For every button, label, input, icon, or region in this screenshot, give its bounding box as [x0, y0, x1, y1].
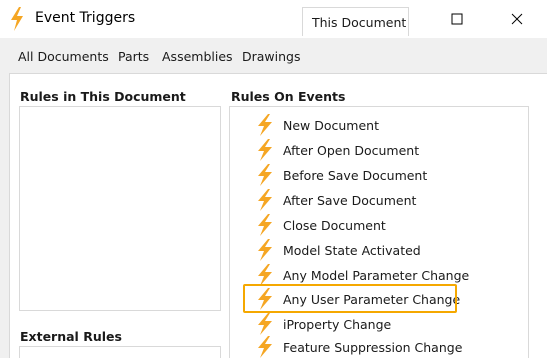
event-label: Feature Suppression Change — [283, 340, 463, 355]
lightning-bolt-icon — [258, 164, 272, 186]
rules-in-document-label: Rules in This Document — [20, 89, 186, 104]
highlight-frame — [243, 284, 457, 313]
event-item-close-document[interactable]: Close Document — [255, 214, 495, 238]
event-label: New Document — [283, 118, 379, 133]
event-item-after-save-document[interactable]: After Save Document — [255, 189, 495, 213]
event-label: After Save Document — [283, 193, 417, 208]
event-item-model-state-activated[interactable]: Model State Activated — [255, 239, 495, 263]
lightning-bolt-icon — [11, 7, 23, 31]
tab-parts[interactable]: Parts — [118, 49, 149, 73]
lightning-bolt-icon — [258, 214, 272, 236]
lightning-bolt-icon — [258, 189, 272, 211]
external-rules-list[interactable] — [19, 346, 221, 358]
lightning-bolt-icon — [258, 239, 272, 261]
lightning-bolt-icon — [258, 313, 272, 335]
event-label: Before Save Document — [283, 168, 428, 183]
close-icon — [511, 13, 523, 25]
lightning-bolt-icon — [258, 264, 272, 286]
tab-all-documents[interactable]: All Documents — [18, 49, 109, 73]
lightning-bolt-icon — [258, 139, 272, 161]
tab-drawings[interactable]: Drawings — [242, 49, 301, 73]
event-label: Model State Activated — [283, 243, 421, 258]
lightning-bolt-icon — [258, 114, 272, 136]
maximize-button[interactable] — [434, 0, 480, 38]
event-label: Any Model Parameter Change — [283, 268, 470, 283]
tab-strip: All Documents Parts Assemblies Drawings — [0, 38, 547, 74]
external-rules-label: External Rules — [20, 329, 122, 344]
title-bar: Event Triggers — [0, 0, 547, 38]
event-item-feature-suppression-change[interactable]: Feature Suppression Change — [255, 336, 495, 358]
rules-in-document-list[interactable] — [19, 106, 221, 311]
event-item-after-open-document[interactable]: After Open Document — [255, 139, 495, 163]
close-button[interactable] — [494, 0, 540, 38]
event-item-iproperty-change[interactable]: iProperty Change — [255, 313, 495, 337]
event-label: iProperty Change — [283, 317, 392, 332]
maximize-icon — [451, 13, 463, 25]
event-label: After Open Document — [283, 143, 420, 158]
event-item-new-document[interactable]: New Document — [255, 114, 495, 138]
tab-assemblies[interactable]: Assemblies — [162, 49, 233, 73]
rules-on-events-label: Rules On Events — [231, 89, 346, 104]
event-label: Close Document — [283, 218, 386, 233]
tab-this-document[interactable]: This Document — [302, 7, 409, 36]
lightning-bolt-icon — [258, 336, 272, 358]
event-item-before-save-document[interactable]: Before Save Document — [255, 164, 495, 188]
window-title: Event Triggers — [35, 10, 136, 26]
